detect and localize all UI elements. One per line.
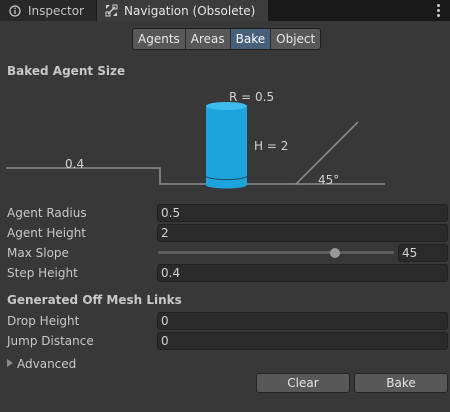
off-mesh-links-heading: Generated Off Mesh Links — [7, 293, 182, 307]
agent-radius-field[interactable]: 0.5 — [157, 204, 448, 222]
segment-object[interactable]: Object — [271, 29, 321, 49]
segmented-toolbar: Agents Areas Bake Object — [132, 28, 322, 50]
agent-size-diagram: R = 0.5 H = 2 0.4 45° — [6, 90, 385, 189]
max-slope-label: Max Slope — [7, 246, 69, 260]
agent-radius-label: Agent Radius — [7, 206, 87, 220]
clear-button[interactable]: Clear — [256, 373, 350, 393]
tab-inspector[interactable]: Inspector — [0, 0, 96, 21]
agent-height-field[interactable]: 2 — [157, 224, 448, 242]
jump-distance-label: Jump Distance — [7, 334, 94, 348]
segment-bake[interactable]: Bake — [230, 29, 272, 49]
advanced-foldout-label[interactable]: Advanced — [17, 357, 76, 371]
segment-areas[interactable]: Areas — [185, 29, 231, 49]
max-slope-slider-track[interactable] — [158, 251, 394, 254]
max-slope-slider-thumb[interactable] — [330, 248, 340, 258]
tab-navigation-label: Navigation (Obsolete) — [124, 3, 256, 18]
more-options-icon[interactable] — [432, 2, 444, 18]
drop-height-label: Drop Height — [7, 314, 80, 328]
tab-inspector-label: Inspector — [28, 3, 84, 18]
agent-height-label: Agent Height — [7, 226, 87, 240]
max-slope-field[interactable]: 45 — [398, 244, 448, 262]
agent-cylinder — [205, 102, 248, 189]
height-label: H = 2 — [254, 139, 288, 153]
navigation-window: Inspector Navigation (Obsolete) Agents A… — [0, 0, 450, 412]
drop-height-field[interactable]: 0 — [157, 312, 448, 330]
navigation-icon — [104, 4, 118, 18]
info-icon — [8, 4, 22, 18]
tab-bar: Inspector Navigation (Obsolete) — [0, 0, 450, 21]
bake-button[interactable]: Bake — [354, 373, 448, 393]
segment-agents[interactable]: Agents — [133, 29, 186, 49]
baked-agent-size-heading: Baked Agent Size — [7, 64, 126, 78]
step-height-field[interactable]: 0.4 — [157, 264, 448, 282]
advanced-foldout-arrow-icon[interactable] — [7, 359, 13, 367]
jump-distance-field[interactable]: 0 — [157, 332, 448, 350]
slope-label: 45° — [318, 173, 339, 187]
ground-profile — [6, 121, 359, 185]
step-label: 0.4 — [65, 157, 84, 171]
radius-label: R = 0.5 — [229, 90, 274, 104]
tab-navigation[interactable]: Navigation (Obsolete) — [97, 0, 268, 21]
step-height-label: Step Height — [7, 266, 78, 280]
